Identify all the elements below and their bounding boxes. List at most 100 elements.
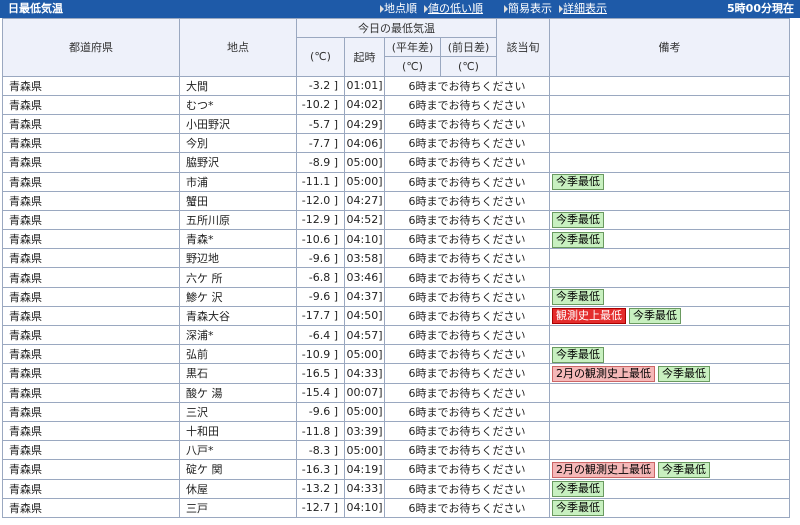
- cell-min-temp: -16.5 ]: [296, 363, 345, 384]
- badge-season-min: 今季最低: [552, 500, 604, 517]
- table-row: 青森県 小田野沢 -5.7 ] 04:29] 6時までお待ちください: [2, 113, 790, 135]
- cell-wait: 6時までお待ちください: [384, 94, 550, 115]
- detail-view-link[interactable]: 詳細表示: [563, 2, 607, 15]
- cell-time: 04:37]: [344, 286, 385, 307]
- cell-wait: 6時までお待ちください: [384, 248, 550, 269]
- badge-season-min: 今季最低: [552, 289, 604, 306]
- cell-min-temp: -12.7 ]: [296, 497, 345, 518]
- cell-time: 04:10]: [344, 497, 385, 518]
- cell-notes: 2月の観測史上最低 今季最低: [549, 363, 790, 384]
- cell-time: 04:19]: [344, 459, 385, 480]
- simple-view-link[interactable]: 簡易表示: [508, 2, 552, 15]
- cell-time: 04:06]: [344, 133, 385, 154]
- cell-pref: 青森県: [2, 248, 180, 269]
- cell-wait: 6時までお待ちください: [384, 305, 550, 327]
- cell-notes: 今季最低: [549, 344, 790, 365]
- table-row: 青森県 脇野沢 -8.9 ] 05:00] 6時までお待ちください: [2, 152, 790, 173]
- cell-location: 三沢: [179, 401, 297, 422]
- cell-pref: 青森県: [2, 286, 180, 307]
- header-prev-diff: (前日差): [440, 37, 497, 58]
- cell-notes: [549, 94, 790, 115]
- cell-wait: 6時までお待ちください: [384, 286, 550, 307]
- header-location: 地点: [179, 18, 297, 77]
- cell-wait: 6時までお待ちください: [384, 267, 550, 288]
- cell-min-temp: -13.2 ]: [296, 478, 345, 499]
- cell-min-temp: -9.6 ]: [296, 401, 345, 422]
- badge-season-min: 今季最低: [552, 212, 604, 229]
- table-row: 青森県 深浦* -6.4 ] 04:57] 6時までお待ちください: [2, 324, 790, 346]
- table-row: 青森県 今別 -7.7 ] 04:06] 6時までお待ちください: [2, 133, 790, 154]
- cell-notes: [549, 190, 790, 211]
- cell-time: 04:50]: [344, 305, 385, 327]
- cell-wait: 6時までお待ちください: [384, 478, 550, 499]
- table-row: 青森県 休屋 -13.2 ] 04:33] 6時までお待ちください 今季最低: [2, 478, 790, 499]
- cell-location: 市浦: [179, 171, 297, 192]
- cell-notes: [549, 152, 790, 173]
- cell-min-temp: -16.3 ]: [296, 459, 345, 480]
- cell-location: 十和田: [179, 420, 297, 442]
- update-time: 5時00分現在: [727, 2, 794, 15]
- cell-notes: 今季最低: [549, 497, 790, 518]
- cell-location: 酸ケ 湯: [179, 382, 297, 403]
- cell-time: 03:58]: [344, 248, 385, 269]
- sort-nav: 地点順 値の低い順 簡易表示 詳細表示: [380, 0, 607, 18]
- cell-min-temp: -12.0 ]: [296, 190, 345, 211]
- cell-wait: 6時までお待ちください: [384, 363, 550, 384]
- cell-min-temp: -10.9 ]: [296, 344, 345, 365]
- cell-location: 青森大谷: [179, 305, 297, 327]
- table-row: 青森県 蟹田 -12.0 ] 04:27] 6時までお待ちください: [2, 190, 790, 211]
- cell-min-temp: -10.2 ]: [296, 94, 345, 115]
- cell-location: 休屋: [179, 478, 297, 499]
- cell-min-temp: -5.7 ]: [296, 113, 345, 135]
- cell-time: 04:27]: [344, 190, 385, 211]
- cell-wait: 6時までお待ちください: [384, 171, 550, 192]
- cell-wait: 6時までお待ちください: [384, 324, 550, 346]
- cell-pref: 青森県: [2, 171, 180, 192]
- badge-feb-record-min: 2月の観測史上最低: [552, 461, 655, 478]
- cell-location: 蟹田: [179, 190, 297, 211]
- badge-season-min: 今季最低: [658, 365, 710, 382]
- cell-pref: 青森県: [2, 94, 180, 115]
- cell-notes: [549, 248, 790, 269]
- cell-notes: 今季最低: [549, 286, 790, 307]
- sort-by-value-link[interactable]: 値の低い順: [428, 2, 483, 15]
- badge-season-min: 今季最低: [629, 308, 681, 325]
- cell-time: 05:00]: [344, 152, 385, 173]
- cell-notes: [549, 133, 790, 154]
- badge-season-min: 今季最低: [658, 461, 710, 478]
- cell-time: 03:39]: [344, 420, 385, 442]
- cell-location: 六ケ 所: [179, 267, 297, 288]
- cell-time: 04:33]: [344, 363, 385, 384]
- table-row: 青森県 酸ケ 湯 -15.4 ] 00:07] 6時までお待ちください: [2, 382, 790, 403]
- cell-time: 00:07]: [344, 382, 385, 403]
- cell-wait: 6時までお待ちください: [384, 440, 550, 461]
- cell-wait: 6時までお待ちください: [384, 497, 550, 518]
- cell-pref: 青森県: [2, 497, 180, 518]
- cell-location: 野辺地: [179, 248, 297, 269]
- cell-wait: 6時までお待ちください: [384, 344, 550, 365]
- table-row: 青森県 青森大谷 -17.7 ] 04:50] 6時までお待ちください 観測史上最低 今季最…: [2, 305, 790, 327]
- header-unit: (℃): [296, 37, 345, 77]
- cell-pref: 青森県: [2, 152, 180, 173]
- cell-time: 04:29]: [344, 113, 385, 135]
- table-row: 青森県 むつ* -10.2 ] 04:02] 6時までお待ちください: [2, 94, 790, 115]
- cell-min-temp: -8.3 ]: [296, 440, 345, 461]
- cell-notes: 今季最低: [549, 209, 790, 231]
- cell-pref: 青森県: [2, 440, 180, 461]
- header-normal-diff: (平年差): [384, 37, 441, 58]
- table-row: 青森県 市浦 -11.1 ] 05:00] 6時までお待ちください 今季最低: [2, 171, 790, 192]
- cell-pref: 青森県: [2, 229, 180, 250]
- cell-time: 01:01]: [344, 75, 385, 96]
- temperature-table: 都道府県 地点 今日の最低気温 該当旬 備考 (℃) 起時 (平年差) (前日差…: [2, 17, 790, 518]
- title-bar: 日最低気温 地点順 値の低い順 簡易表示 詳細表示 5時00分現在: [0, 0, 800, 18]
- cell-location: むつ*: [179, 94, 297, 115]
- cell-location: 弘前: [179, 344, 297, 365]
- cell-pref: 青森県: [2, 324, 180, 346]
- sort-by-station-link[interactable]: 地点順: [384, 2, 417, 15]
- cell-notes: [549, 420, 790, 442]
- cell-wait: 6時までお待ちください: [384, 75, 550, 96]
- cell-min-temp: -15.4 ]: [296, 382, 345, 403]
- cell-min-temp: -11.1 ]: [296, 171, 345, 192]
- cell-wait: 6時までお待ちください: [384, 209, 550, 231]
- cell-notes: [549, 267, 790, 288]
